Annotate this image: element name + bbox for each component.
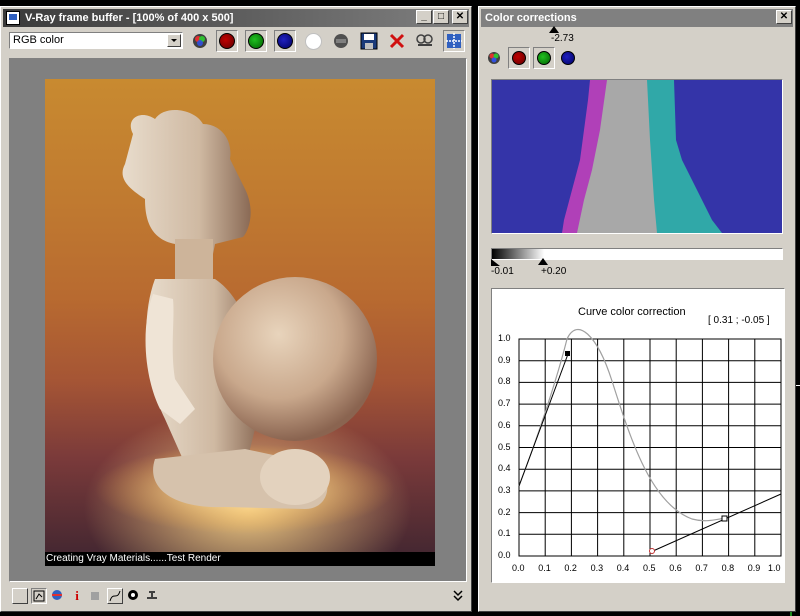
x-tick-label: 0.6 [669,563,682,573]
x-tick-label: 0.1 [538,563,551,573]
region-render-button[interactable] [443,30,465,52]
curve-point[interactable] [565,351,570,356]
curve-point[interactable] [649,548,655,554]
levels-high-marker-icon[interactable] [538,258,548,265]
x-tick-label: 0.8 [721,563,735,573]
render-viewport[interactable]: Creating Vray Materials......Test Render [9,58,467,582]
y-tick-label: 0.6 [498,419,511,430]
save-image-button[interactable] [358,30,380,52]
channel-select-value: RGB color [13,34,64,46]
close-button[interactable]: ✕ [452,10,468,24]
blue-channel-icon [277,33,293,49]
cc-close-button[interactable]: ✕ [776,10,792,24]
expand-icon[interactable] [451,588,467,604]
y-tick-label: 0.7 [498,398,511,409]
blue-channel-icon [561,51,575,65]
x-tick-label: 0.5 [643,563,656,573]
green-channel-icon [248,33,264,49]
y-tick-label: 0.4 [498,463,511,474]
green-channel-icon [537,51,551,65]
lens-effects-icon[interactable] [126,588,142,604]
exposure-marker-icon[interactable] [549,26,559,33]
cc-title: Color corrections [485,12,577,24]
y-tick-label: 0.0 [498,550,511,560]
green-channel-button[interactable] [245,30,267,52]
display-correction-icon[interactable] [12,588,28,604]
y-tick-label: 0.5 [498,441,511,452]
y-tick-label: 0.2 [498,506,511,517]
alpha-channel-icon [304,32,322,50]
histogram[interactable] [491,79,783,234]
info-icon[interactable]: i [69,588,85,604]
red-channel-button[interactable] [216,30,238,52]
maximize-button[interactable]: □ [433,10,449,24]
x-tick-label: 1.0 [768,563,781,573]
color-corrections-icon[interactable] [31,588,47,604]
x-tick-label: 0.3 [590,563,604,573]
vfb-title-bar[interactable]: V-Ray frame buffer - [100% of 400 x 500] [3,9,469,27]
rendered-image[interactable]: Creating Vray Materials......Test Render [45,79,435,566]
minimize-button[interactable]: _ [416,10,432,24]
vray-app-icon [6,11,20,25]
x-tick-label: 0.2 [564,563,577,573]
cc-red-button[interactable] [508,47,530,69]
y-tick-label: 0.8 [498,376,511,387]
pixel-info-icon[interactable] [88,588,104,604]
x-tick-label: 0.7 [695,563,708,573]
rgb-channels-icon [193,34,207,48]
clear-icon [389,33,405,49]
vfb-title: V-Ray frame buffer - [100% of 400 x 500] [25,12,234,24]
curve-icon[interactable] [107,588,123,604]
duplicate-icon [416,34,433,46]
stamp-icon[interactable] [145,588,161,604]
region-render-icon [446,33,462,49]
y-tick-label: 1.0 [498,333,511,343]
levels-high-value: +0.20 [541,266,567,277]
curve-graph[interactable] [492,289,786,584]
chevron-down-icon[interactable] [167,34,181,47]
cc-blue-button[interactable] [557,47,579,69]
rgb-channels-icon [488,52,500,64]
x-tick-label: 0.9 [747,563,761,573]
save-icon [360,32,378,50]
clear-image-button[interactable] [386,30,408,52]
cc-title-bar[interactable]: Color corrections [481,9,793,27]
statue-render [95,109,395,534]
y-tick-label: 0.9 [498,354,511,365]
blue-channel-button[interactable] [274,30,296,52]
levels-low-value: -0.01 [491,266,514,277]
levels-low-marker-icon[interactable] [491,259,500,266]
levels-gradient[interactable] [491,248,783,260]
curve-point[interactable] [721,515,728,522]
exposure-value: -2.73 [551,33,574,44]
duplicate-to-max-button[interactable] [414,30,436,52]
render-caption: Creating Vray Materials......Test Render [45,552,435,566]
alpha-channel-button[interactable] [302,30,324,52]
curve-panel[interactable]: Curve color correction [ 0.31 ; -0.05 ] … [491,288,785,583]
rgb-channels-button[interactable] [189,30,211,52]
x-tick-label: 0.4 [616,563,630,573]
y-tick-label: 0.3 [498,484,511,495]
histogram-graph [562,80,722,233]
x-tick-label: 0.0 [512,563,525,573]
channel-select[interactable]: RGB color [9,32,183,49]
cc-green-button[interactable] [533,47,555,69]
red-channel-icon [219,33,235,49]
vfb-statusbar: i [9,586,469,606]
mono-button[interactable] [330,30,352,52]
lut-icon[interactable] [50,588,66,604]
cc-rgb-button[interactable] [483,47,505,69]
mono-icon [334,34,348,48]
y-tick-label: 0.1 [498,528,511,539]
red-channel-icon [512,51,526,65]
